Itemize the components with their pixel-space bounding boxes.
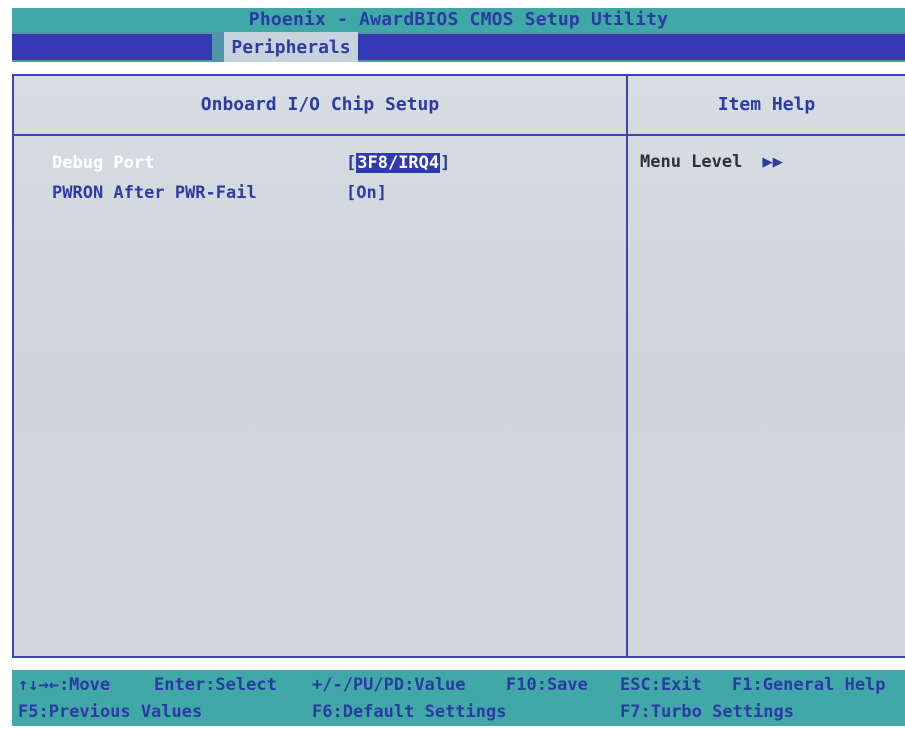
- menu-bar: Peripherals: [12, 32, 905, 62]
- menu-bar-left-segment: [12, 34, 212, 60]
- key-value: +/-/PU/PD:Value: [312, 675, 466, 695]
- key-turbo-settings: F7:Turbo Settings: [620, 702, 794, 722]
- menu-bar-gap: [212, 32, 224, 62]
- key-default-settings: F6:Default Settings: [312, 702, 507, 722]
- bracket-open: [: [346, 153, 357, 173]
- key-exit: ESC:Exit: [620, 675, 702, 695]
- section-title: Onboard I/O Chip Setup: [200, 94, 440, 115]
- tab-peripherals[interactable]: Peripherals: [224, 32, 358, 62]
- key-save: F10:Save: [506, 675, 588, 695]
- help-divider: [626, 76, 628, 656]
- key-previous-values: F5:Previous Values: [18, 702, 203, 722]
- selected-value[interactable]: 3F8/IRQ4: [356, 153, 441, 173]
- setting-value[interactable]: [On]: [346, 182, 387, 204]
- item-help-title: Item Help: [717, 94, 816, 115]
- key-select: Enter:Select: [154, 675, 277, 695]
- setting-label: PWRON After PWR-Fail: [52, 183, 257, 203]
- setting-value[interactable]: [3F8/IRQ4]: [346, 152, 450, 174]
- window-title: Phoenix - AwardBIOS CMOS Setup Utility: [12, 8, 905, 32]
- key-general-help: F1:General Help: [732, 675, 886, 695]
- setting-label: Debug Port: [52, 153, 155, 173]
- bracket-close: ]: [440, 153, 451, 173]
- bios-screen: Phoenix - AwardBIOS CMOS Setup Utility P…: [0, 0, 905, 729]
- key-help-footer: ↑↓→←:Move Enter:Select +/-/PU/PD:Value F…: [12, 670, 905, 726]
- key-move: ↑↓→←:Move: [18, 675, 111, 695]
- menu-bar-right-segment: [358, 34, 905, 60]
- help-menu-level: Menu Level ▶▶: [640, 152, 783, 172]
- help-menu-level-label: Menu Level: [640, 152, 743, 172]
- header-divider: [14, 134, 905, 136]
- double-arrow-icon: ▶▶: [762, 152, 783, 172]
